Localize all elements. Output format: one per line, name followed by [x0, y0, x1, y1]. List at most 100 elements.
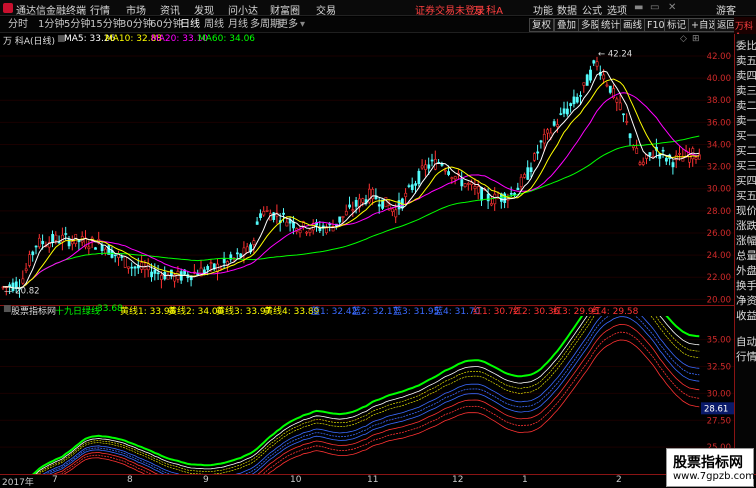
- guest-label[interactable]: 游客: [716, 2, 736, 17]
- candle-body: [486, 193, 490, 202]
- candle-body: [245, 246, 249, 253]
- candle-body: [262, 211, 266, 216]
- candle-body: [143, 266, 147, 270]
- candle-body: [219, 267, 223, 270]
- candle-body: [407, 185, 411, 187]
- x-axis-label: 11: [367, 475, 379, 485]
- tab-period-selected[interactable]: 日线: [178, 18, 202, 32]
- indicator-chart-svg: 35.0032.5030.0027.5025.0028.61: [0, 316, 734, 474]
- candle-body: [688, 154, 691, 163]
- quote-label: 收益: [736, 310, 756, 322]
- y-tick-label: 32.00: [707, 163, 731, 173]
- tab-period[interactable]: 周线: [202, 18, 226, 32]
- menu-item-trade[interactable]: 交易: [316, 2, 336, 17]
- candle-body: [509, 193, 513, 195]
- close-icon[interactable]: ✕: [668, 2, 676, 13]
- menu-item-wealth[interactable]: 财富圈: [270, 2, 300, 17]
- candle-body: [54, 234, 58, 241]
- candle-body: [239, 253, 243, 258]
- x-axis-label: 9: [203, 475, 209, 485]
- candle-body: [638, 162, 642, 165]
- candle-body: [615, 98, 619, 103]
- candlestick-chart[interactable]: 42.00 40.00 38.00 36.00 34.00 32.00 30.00 28.00…: [0, 46, 734, 306]
- candle-body: [453, 176, 457, 180]
- expand-icon[interactable]: ⊞: [692, 34, 700, 44]
- candle-body: [694, 157, 698, 160]
- candle-body: [526, 167, 530, 180]
- candle-body: [354, 200, 358, 207]
- ma60-value: MA60: 34.06: [198, 34, 256, 44]
- menu-item-market[interactable]: 市场: [126, 2, 146, 17]
- candle-body: [341, 215, 345, 218]
- candle-body: [64, 233, 68, 235]
- quote-label: 卖一: [736, 115, 756, 127]
- candle-body: [377, 204, 381, 207]
- candle-body: [51, 234, 55, 244]
- indicator-chart[interactable]: 35.0032.5030.0027.5025.0028.61: [0, 316, 734, 474]
- candle-body: [447, 171, 451, 175]
- candle-body: [641, 161, 645, 165]
- candle-body: [671, 162, 675, 168]
- tab-period[interactable]: 分时: [6, 18, 30, 32]
- candle-body: [113, 254, 117, 257]
- button-draw[interactable]: 画线: [620, 18, 646, 32]
- quote-label: 买一: [736, 130, 756, 142]
- candle-body: [582, 82, 586, 86]
- menu-item-news[interactable]: 资讯: [160, 2, 180, 17]
- menu-item-ask[interactable]: 问小达: [228, 2, 258, 17]
- restore-icon[interactable]: ▭: [650, 2, 659, 13]
- menu-item-discover[interactable]: 发现: [194, 2, 214, 17]
- more-arrow-icon[interactable]: ▾: [298, 18, 307, 32]
- candle-body: [480, 187, 484, 201]
- quote-label: 外盘: [736, 265, 756, 277]
- y-tick-label: 42.00: [707, 52, 731, 62]
- x-axis-label: 2: [616, 475, 622, 485]
- candle-body: [678, 153, 682, 155]
- button-mark[interactable]: 标记: [664, 18, 690, 32]
- candle-body: [384, 197, 388, 208]
- candle-body: [556, 124, 559, 127]
- y-tick-label: 24.00: [707, 251, 731, 261]
- candle-body: [265, 210, 269, 212]
- candle-body: [28, 254, 31, 266]
- candle-body: [371, 189, 375, 200]
- candle-body: [463, 183, 467, 187]
- candle-body: [71, 241, 74, 245]
- candle-body: [569, 103, 573, 107]
- candle-body: [430, 159, 434, 162]
- candle-body: [529, 167, 533, 173]
- button-adjust[interactable]: 复权: [529, 18, 555, 32]
- candle-body: [252, 240, 256, 245]
- candle-body: [618, 102, 622, 110]
- tab-period[interactable]: 更多: [276, 18, 300, 32]
- y-tick-label: 36.00: [707, 118, 731, 128]
- candle-body: [236, 252, 239, 255]
- candle-body: [625, 121, 629, 123]
- minimize-icon[interactable]: ▬: [634, 2, 643, 13]
- menu-item-data[interactable]: 数据: [557, 2, 577, 17]
- quote-label: 净资: [736, 295, 756, 307]
- candle-body: [440, 163, 444, 166]
- candle-body: [21, 278, 25, 284]
- quote-label: 买四: [736, 175, 756, 187]
- candle-body: [565, 108, 569, 115]
- settings-icon[interactable]: ◇: [680, 34, 687, 44]
- candle-body: [394, 209, 398, 218]
- menu-item-formula[interactable]: 公式: [582, 2, 602, 17]
- candle-body: [427, 164, 431, 169]
- tab-period[interactable]: 月线: [226, 18, 250, 32]
- quote-label[interactable]: 行情: [736, 349, 756, 364]
- auto-label[interactable]: 自动: [736, 334, 756, 349]
- current-value-label: 28.61: [704, 404, 728, 414]
- right-panel-header: 万科A: [734, 17, 756, 42]
- candle-body: [391, 208, 394, 213]
- candle-body: [516, 187, 520, 191]
- menu-item-options[interactable]: 选项: [607, 2, 627, 17]
- menu-item-function[interactable]: 功能: [533, 2, 553, 17]
- menu-item-quotes[interactable]: 行情: [90, 2, 110, 17]
- watermark-logo: 股票指标网 www.7gpzb.com: [666, 448, 755, 487]
- low-price-label: — 20.82: [4, 286, 40, 296]
- quote-label: 卖二: [736, 100, 756, 112]
- button-overlay[interactable]: 叠加: [554, 18, 580, 32]
- candle-body: [466, 183, 470, 185]
